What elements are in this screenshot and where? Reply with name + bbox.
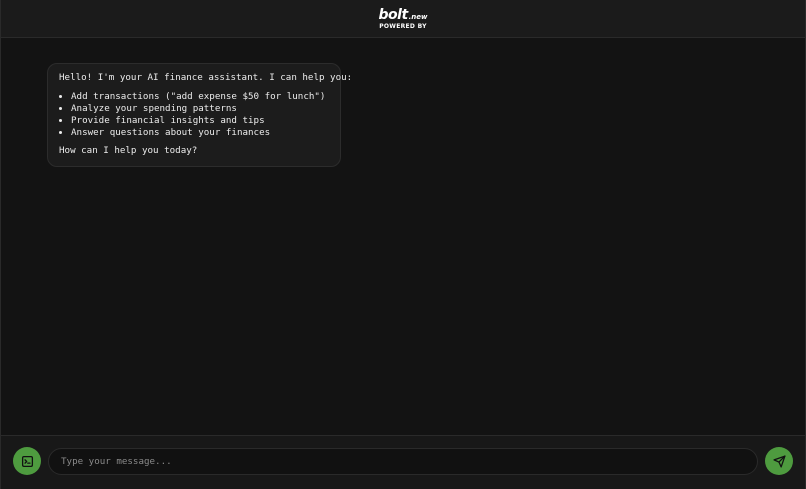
brand-logo: bolt .new [379, 8, 428, 22]
assistant-message: Hello! I'm your AI finance assistant. I … [47, 63, 353, 167]
list-item: Answer questions about your finances [71, 127, 330, 139]
message-input[interactable] [49, 449, 757, 474]
brand[interactable]: bolt .new POWERED BY [379, 8, 428, 30]
list-item: Provide financial insights and tips [71, 115, 330, 127]
terminal-icon [21, 455, 33, 467]
header: bolt .new POWERED BY [1, 0, 805, 38]
send-icon [772, 454, 786, 468]
composer-bar [1, 435, 805, 489]
message-intro: Hello! I'm your AI finance assistant. I … [59, 72, 353, 83]
message-closing: How can I help you today? [59, 145, 198, 156]
message-list: Add transactions ("add expense $50 for l… [59, 91, 330, 139]
brand-caption: POWERED BY [379, 22, 427, 30]
terminal-button[interactable] [13, 447, 41, 475]
list-item: Analyze your spending patterns [71, 103, 330, 115]
chat-area[interactable]: Hello! I'm your AI finance assistant. I … [1, 38, 805, 435]
app-window: bolt .new POWERED BY Hello! I'm your AI … [0, 0, 806, 489]
message-input-wrapper [48, 448, 758, 475]
send-button[interactable] [765, 447, 793, 475]
list-item: Add transactions ("add expense $50 for l… [71, 91, 330, 103]
brand-name: bolt [378, 6, 409, 23]
brand-suffix: .new [408, 12, 428, 21]
